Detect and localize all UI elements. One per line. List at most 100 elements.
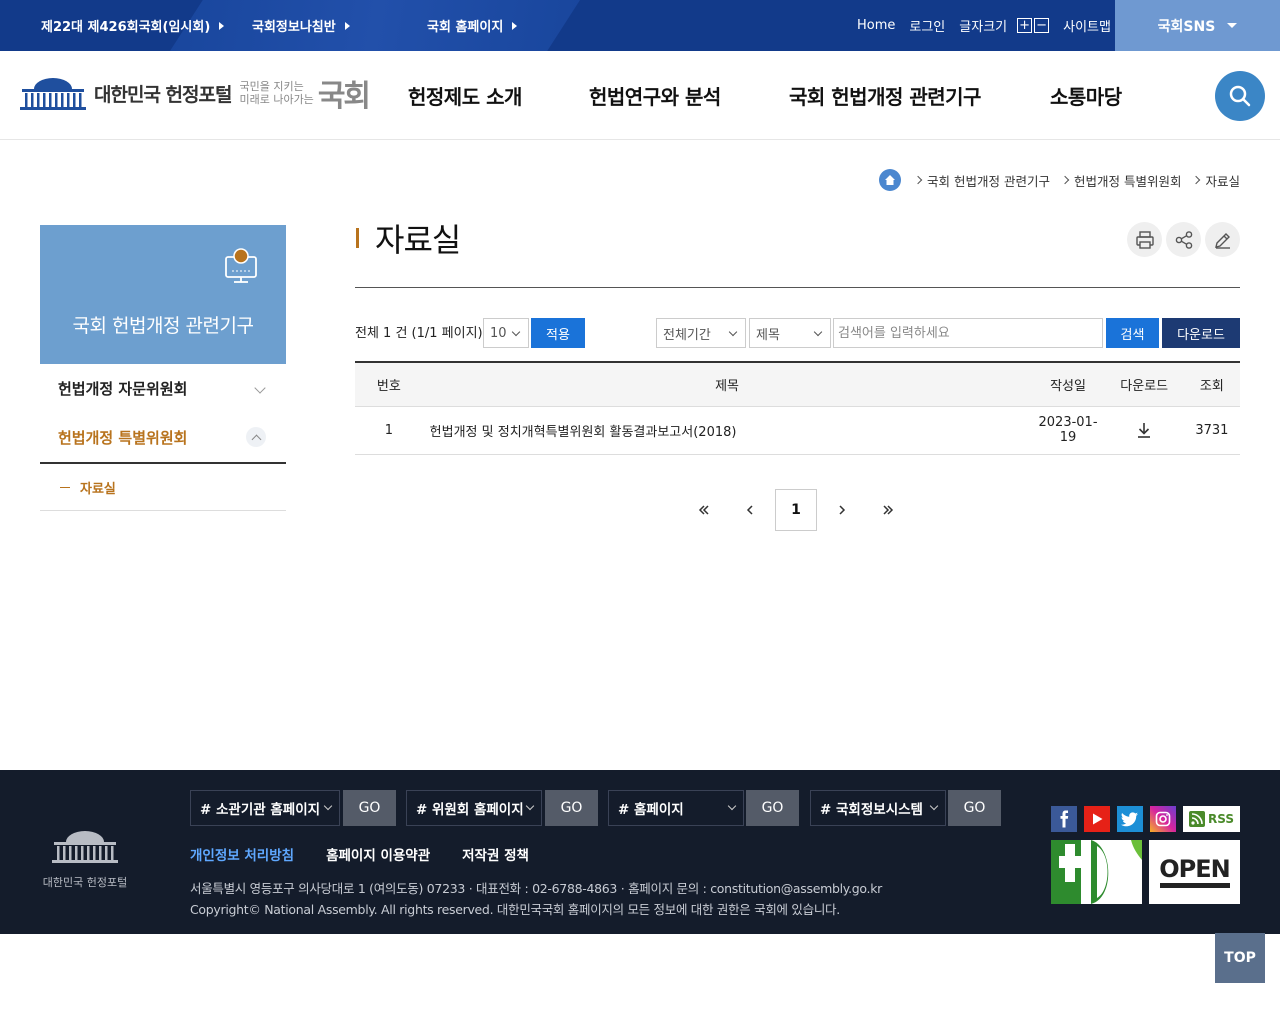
chevron-down-icon xyxy=(525,801,535,811)
youtube-play-icon xyxy=(1093,813,1103,825)
privacy-policy-link[interactable]: 개인정보 처리방침 xyxy=(190,844,294,864)
footer-go-button-info-systems[interactable]: GO xyxy=(948,790,1001,826)
footer-select-agencies[interactable]: # 소관기관 홈페이지 xyxy=(190,790,340,826)
chevron-down-icon xyxy=(511,327,521,337)
edit-button[interactable] xyxy=(1205,222,1240,257)
topbar-decoration xyxy=(170,0,580,51)
topbar-link-assembly-home[interactable]: 국회 홈페이지 xyxy=(427,0,518,51)
result-count: 전체 1 건 (1/1 페이지) xyxy=(355,326,483,341)
web-accessibility-mark-icon xyxy=(1051,840,1142,904)
prev-page-button[interactable] xyxy=(729,489,771,531)
search-button[interactable]: 검색 xyxy=(1106,318,1159,348)
row-views: 3731 xyxy=(1183,406,1240,455)
footer-copyright: Copyright© National Assembly. All rights… xyxy=(190,902,840,917)
side-item-label: 헌법개정 특별위원회 xyxy=(58,428,188,447)
font-increase-button[interactable]: + xyxy=(1017,18,1033,33)
footer-go-button-homepages[interactable]: GO xyxy=(746,790,799,826)
chevron-right-icon xyxy=(1060,175,1070,185)
caret-down-icon xyxy=(1227,23,1238,28)
share-button[interactable] xyxy=(1166,222,1201,257)
column-header-title: 제목 xyxy=(422,362,1032,407)
row-date: 2023-01-19 xyxy=(1031,406,1105,455)
printer-icon xyxy=(1135,230,1154,249)
column-header-download: 다운로드 xyxy=(1104,362,1184,407)
site-logo[interactable]: 대한민국 헌정포털 국민을 지키는 미래로 나아가는 국회 xyxy=(20,71,371,115)
column-header-date: 작성일 xyxy=(1031,362,1105,407)
topbar-link-compass[interactable]: 국회정보나침반 xyxy=(252,0,350,51)
youtube-link[interactable] xyxy=(1084,806,1110,832)
row-title-link[interactable]: 헌법개정 및 정치개혁특별위원회 활동결과보고서(2018) xyxy=(422,406,1032,455)
open-badge-bar xyxy=(1159,882,1230,888)
side-subitem-archive[interactable]: 자료실 xyxy=(40,462,286,511)
chevron-right-icon xyxy=(1192,175,1201,185)
topbar-link-session[interactable]: 제22대 제426회국회(임시회) xyxy=(41,0,225,51)
nav-amendment-bodies[interactable]: 국회 헌법개정 관련기구 xyxy=(789,51,981,140)
footer-select-homepages[interactable]: # 홈페이지 xyxy=(608,790,744,826)
copyright-policy-link[interactable]: 저작권 정책 xyxy=(462,844,529,864)
twitter-link[interactable] xyxy=(1117,806,1143,832)
footer-go-button-agencies[interactable]: GO xyxy=(343,790,396,826)
nav-constitution-intro[interactable]: 헌정제도 소개 xyxy=(408,51,522,140)
footer-sns-links: RSS xyxy=(1051,806,1240,832)
breadcrumb-current: 자료실 xyxy=(1205,173,1240,189)
rss-icon xyxy=(1189,811,1205,827)
page-number-button[interactable]: 1 xyxy=(775,489,817,531)
home-link[interactable]: Home xyxy=(857,18,895,33)
global-search-button[interactable] xyxy=(1215,71,1265,121)
last-page-button[interactable] xyxy=(867,489,909,531)
font-decrease-button[interactable]: − xyxy=(1034,18,1050,33)
terms-link[interactable]: 홈페이지 이용약관 xyxy=(326,844,430,864)
search-field-select[interactable]: 제목 xyxy=(749,318,831,348)
facebook-link[interactable] xyxy=(1051,806,1077,832)
table-header-row: 번호 제목 작성일 다운로드 조회 xyxy=(355,362,1240,407)
footer-links: 개인정보 처리방침 홈페이지 이용약관 저작권 정책 xyxy=(190,844,529,864)
row-number: 1 xyxy=(355,406,423,455)
column-header-number: 번호 xyxy=(355,362,423,407)
download-button[interactable]: 다운로드 xyxy=(1162,318,1240,348)
side-item-advisory-committee[interactable]: 헌법개정 자문위원회 xyxy=(40,364,286,412)
print-button[interactable] xyxy=(1127,222,1162,257)
login-link[interactable]: 로그인 xyxy=(909,16,945,35)
footer-go-button-committees[interactable]: GO xyxy=(545,790,598,826)
breadcrumb: 국회 헌법개정 관련기구 헌법개정 특별위원회 자료실 xyxy=(879,169,1240,191)
chevron-down-icon xyxy=(254,382,266,394)
sitemap-link[interactable]: 사이트맵 xyxy=(1063,16,1111,35)
double-chevron-left-icon xyxy=(698,505,709,515)
first-page-button[interactable] xyxy=(683,489,725,531)
top-utility-bar: 제22대 제426회국회(임시회) 국회정보나침반 국회 홈페이지 Home 로… xyxy=(0,0,1280,51)
footer-select-info-systems[interactable]: # 국회정보시스템 xyxy=(810,790,946,826)
side-item-special-committee[interactable]: 헌법개정 특별위원회 xyxy=(40,413,286,461)
search-input[interactable] xyxy=(833,318,1103,348)
scroll-top-button[interactable]: TOP xyxy=(1215,933,1265,983)
nav-constitution-research[interactable]: 헌법연구와 분석 xyxy=(589,51,721,140)
open-data-badge[interactable]: OPEN xyxy=(1149,840,1240,904)
chevron-right-icon xyxy=(913,175,923,185)
nav-communication[interactable]: 소통마당 xyxy=(1050,51,1122,140)
chevron-left-icon xyxy=(746,505,753,515)
breadcrumb-item[interactable]: 헌법개정 특별위원회 xyxy=(1074,171,1181,190)
rss-link[interactable]: RSS xyxy=(1183,806,1240,832)
sns-dropdown[interactable]: 국회SNS xyxy=(1115,0,1280,51)
home-icon xyxy=(885,175,896,185)
side-menu-banner: 국회 헌법개정 관련기구 xyxy=(40,225,286,364)
title-divider xyxy=(355,287,1240,288)
breadcrumb-home[interactable] xyxy=(879,169,902,191)
download-icon[interactable] xyxy=(1136,421,1152,439)
table-row[interactable]: 1 헌법개정 및 정치개혁특별위원회 활동결과보고서(2018) 2023-01… xyxy=(355,406,1240,455)
accessibility-certification-badge[interactable] xyxy=(1051,840,1142,904)
archive-table: 번호 제목 작성일 다운로드 조회 1 헌법개정 및 정치개혁특별위원회 활동결… xyxy=(355,361,1240,455)
page-title: 자료실 xyxy=(356,215,461,261)
footer-logo: 대한민국 헌정포털 xyxy=(40,828,130,890)
side-item-label: 헌법개정 자문위원회 xyxy=(58,379,188,398)
row-download-cell xyxy=(1104,406,1184,455)
chevron-down-icon xyxy=(929,801,939,811)
search-icon xyxy=(1229,85,1251,107)
footer-select-committees[interactable]: # 위원회 홈페이지 xyxy=(406,790,542,826)
page-size-select[interactable]: 10 xyxy=(483,318,529,348)
chevron-down-icon xyxy=(323,801,333,811)
apply-button[interactable]: 적용 xyxy=(531,318,585,348)
instagram-link[interactable] xyxy=(1150,806,1176,832)
next-page-button[interactable] xyxy=(821,489,863,531)
period-select[interactable]: 전체기간 xyxy=(656,318,746,348)
breadcrumb-item[interactable]: 국회 헌법개정 관련기구 xyxy=(927,171,1050,190)
